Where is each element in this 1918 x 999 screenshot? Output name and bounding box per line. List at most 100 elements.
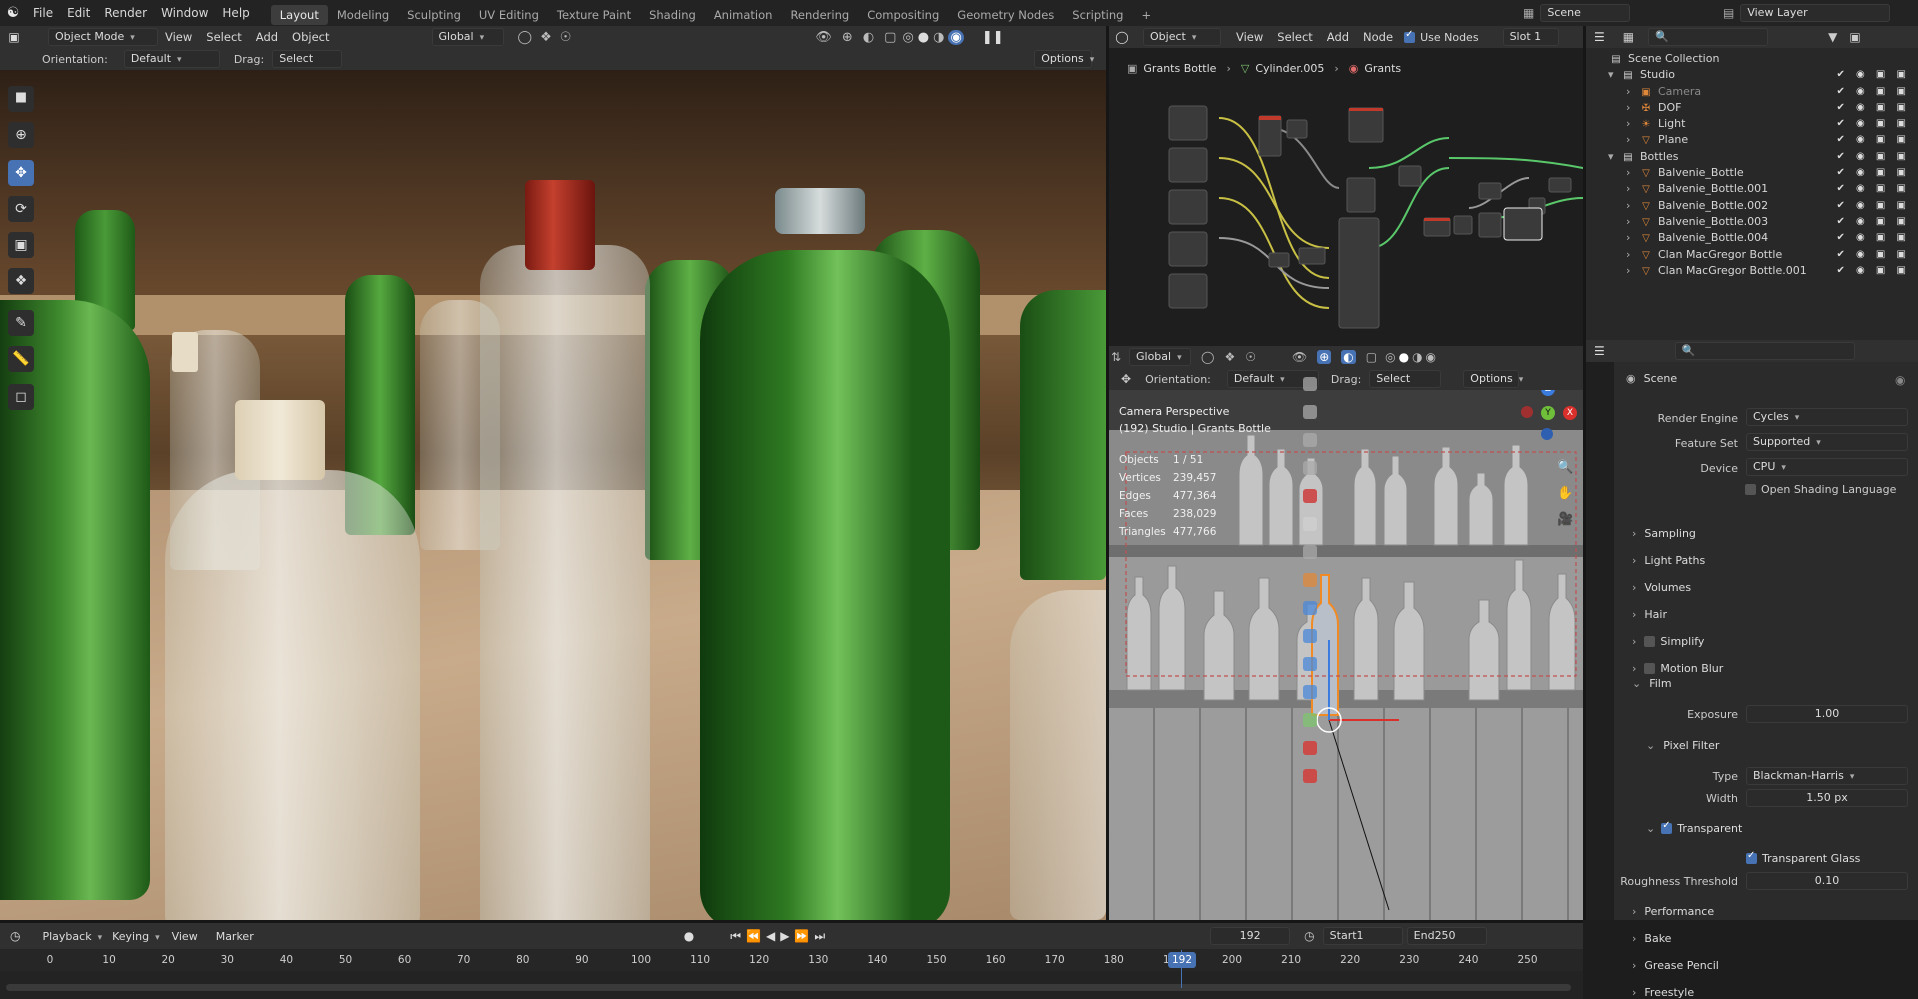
outliner-editor-icon[interactable]: ☰ <box>1594 30 1605 44</box>
viewport2-wire-icon[interactable]: ◎ <box>1385 350 1395 364</box>
select-tool-icon[interactable]: ⯀ <box>8 86 34 112</box>
visibility-toggles[interactable]: ✔ ◉ ▣ ▣ <box>1836 67 1910 83</box>
menu-edit[interactable]: Edit <box>60 0 97 26</box>
playback-menu[interactable]: Playback <box>42 930 102 943</box>
display-mode-icon[interactable]: ▦ <box>1623 30 1634 44</box>
expand-chevron-icon[interactable]: ▾ <box>1608 67 1614 83</box>
panel-motion-blur[interactable]: › Motion Blur <box>1632 658 1912 678</box>
pivot-icon[interactable]: ◯ <box>518 30 533 45</box>
pan-hand-icon[interactable]: ✋ <box>1557 486 1573 501</box>
properties-editor-icon[interactable]: ☰ <box>1594 344 1605 358</box>
outliner-item-balvenie-bottle[interactable]: › ▽ Balvenie_Bottle ✔ ◉ ▣ ▣ <box>1586 165 1918 182</box>
visibility-toggles[interactable]: ✔ ◉ ▣ ▣ <box>1836 132 1910 148</box>
timeline-view-menu[interactable]: View <box>172 930 198 943</box>
panel-checkbox[interactable] <box>1644 635 1656 647</box>
zoom-icon[interactable]: 🔍 <box>1557 460 1573 475</box>
node-editor-canvas[interactable]: ▣ Grants Bottle › ▽ Cylinder.005 › ◉ Gra… <box>1109 48 1583 348</box>
cursor-tool-icon[interactable]: ⊕ <box>8 122 34 148</box>
rendered-viewport[interactable] <box>0 70 1106 922</box>
render-engine-dropdown[interactable]: Cycles <box>1746 408 1908 426</box>
select-menu[interactable]: Select <box>199 30 248 44</box>
viewport2-gizmo-icon[interactable]: ⊕ <box>1317 350 1332 364</box>
workspace-tab-animation[interactable]: Animation <box>705 5 782 25</box>
panel-performance[interactable]: › Performance <box>1632 905 1912 918</box>
constraints-properties-tab-icon[interactable] <box>1303 685 1317 699</box>
expand-chevron-icon[interactable]: › <box>1626 198 1630 214</box>
osl-checkbox[interactable] <box>1745 484 1756 495</box>
workspace-tab-shading[interactable]: Shading <box>640 5 705 25</box>
node-editor-type-icon[interactable]: ◯ <box>1109 30 1135 44</box>
workspace-tab-compositing[interactable]: Compositing <box>858 5 948 25</box>
new-collection-icon[interactable]: ▣ <box>1849 30 1860 44</box>
device-dropdown[interactable]: CPU <box>1746 458 1908 476</box>
timeline-editor-icon[interactable]: ◷ <box>10 929 20 943</box>
gizmo-z-axis[interactable]: Z <box>1541 390 1555 396</box>
slot-dropdown[interactable]: Slot 1 <box>1502 28 1559 46</box>
viewport2-rendered-icon[interactable]: ◉ <box>1426 350 1436 364</box>
viewport2-solid-icon[interactable]: ● <box>1399 350 1409 364</box>
world-properties-tab-icon[interactable] <box>1303 517 1317 531</box>
expand-chevron-icon[interactable]: › <box>1626 247 1630 263</box>
panel-sampling[interactable]: › Sampling <box>1632 523 1912 543</box>
marker-menu[interactable]: Marker <box>216 930 254 943</box>
viewport2-pivot-icon[interactable]: ◯ <box>1201 350 1214 364</box>
node-menu[interactable]: Node <box>1356 30 1400 44</box>
roughness-threshold-field[interactable]: 0.10 <box>1746 872 1908 890</box>
expand-chevron-icon[interactable]: › <box>1626 165 1630 181</box>
outliner-item-studio[interactable]: ▾ ▤ Studio ✔ ◉ ▣ ▣ <box>1586 67 1918 84</box>
blender-logo-icon[interactable]: ☯ <box>0 5 26 21</box>
transform-orientation-dropdown[interactable]: Global <box>431 28 504 46</box>
clock-icon[interactable]: ◷ <box>1304 929 1314 943</box>
gizmo-x-axis[interactable]: X <box>1563 406 1577 420</box>
expand-chevron-icon[interactable]: › <box>1626 116 1630 132</box>
viewport2-overlay-icon[interactable]: ◐ <box>1341 350 1356 364</box>
outliner-item-light[interactable]: › ☀ Light ✔ ◉ ▣ ▣ <box>1586 116 1918 132</box>
expand-chevron-icon[interactable]: › <box>1626 230 1630 246</box>
outliner-search[interactable]: 🔍 <box>1648 28 1769 46</box>
scale-tool-icon[interactable]: ▣ <box>8 232 34 258</box>
measure-tool-icon[interactable]: 📏 <box>8 346 34 372</box>
panel-grease-pencil[interactable]: › Grease Pencil <box>1632 959 1912 972</box>
mode-dropdown[interactable]: Object Mode <box>48 28 158 46</box>
node-type-dropdown[interactable]: Object <box>1143 28 1221 46</box>
options-dropdown[interactable]: Options <box>1034 50 1093 68</box>
expand-chevron-icon[interactable]: › <box>1626 181 1630 197</box>
outliner-item-clan-macgregor-bottle-001[interactable]: › ▽ Clan MacGregor Bottle.001 ✔ ◉ ▣ ▣ <box>1586 262 1918 280</box>
xray-icon[interactable]: ▢ <box>884 30 896 45</box>
pixel-filter-subpanel[interactable]: ⌄ Pixel Filter <box>1646 739 1719 752</box>
collection-properties-tab-icon[interactable] <box>1303 545 1317 559</box>
node-view-menu[interactable]: View <box>1229 30 1270 44</box>
expand-chevron-icon[interactable]: › <box>1626 100 1630 116</box>
tool-properties-tab-icon[interactable] <box>1303 377 1317 391</box>
playback-controls[interactable]: ⏮⏪◀▶⏩⏭ <box>730 929 830 944</box>
film-panel-header[interactable]: ⌄ Film <box>1632 677 1672 690</box>
filter-icon[interactable]: ▼ <box>1828 30 1837 44</box>
pin-icon[interactable]: ◉ <box>1895 373 1905 387</box>
modifiers-properties-tab-icon[interactable] <box>1303 601 1317 615</box>
workspace-tab-rendering[interactable]: Rendering <box>781 5 858 25</box>
camera-viewport[interactable]: Camera Perspective (192) Studio | Grants… <box>1109 390 1583 920</box>
expand-chevron-icon[interactable]: › <box>1626 214 1630 230</box>
wireframe-shading-icon[interactable]: ◎ <box>902 30 913 45</box>
visibility-toggles[interactable]: ✔ ◉ ▣ ▣ <box>1836 165 1910 181</box>
pause-render-icon[interactable]: ❚❚ <box>982 30 1004 45</box>
navigation-gizmo[interactable]: Z Y X <box>1519 390 1579 452</box>
view-layer-selector[interactable]: ▤ View Layer <box>1723 4 1891 22</box>
viewport2-snap-icon[interactable]: ❖ <box>1224 350 1235 364</box>
current-frame-field[interactable]: 192 <box>1210 927 1291 945</box>
visibility-toggles[interactable]: ✔ ◉ ▣ ▣ <box>1836 84 1910 100</box>
visibility-toggles[interactable]: ✔ ◉ ▣ ▣ <box>1836 100 1910 116</box>
view-layer-field[interactable]: View Layer <box>1740 4 1891 22</box>
physics-properties-tab-icon[interactable] <box>1303 657 1317 671</box>
exposure-field[interactable]: 1.00 <box>1746 705 1908 723</box>
visibility-toggles[interactable]: ✔ ◉ ▣ ▣ <box>1836 230 1910 246</box>
transform-tool-icon[interactable]: ❖ <box>8 268 34 294</box>
menu-help[interactable]: Help <box>215 0 256 26</box>
outliner-item-dof[interactable]: › ✠ DOF ✔ ◉ ▣ ▣ <box>1586 99 1918 117</box>
outliner-item-camera[interactable]: › ▣ Camera ✔ ◉ ▣ ▣ <box>1586 84 1918 100</box>
visibility-toggles[interactable]: ✔ ◉ ▣ ▣ <box>1836 181 1910 197</box>
proportional-edit-icon[interactable]: ☉ <box>560 30 572 45</box>
outliner-item-balvenie-bottle-002[interactable]: › ▽ Balvenie_Bottle.002 ✔ ◉ ▣ ▣ <box>1586 197 1918 214</box>
visibility-toggles[interactable]: ✔ ◉ ▣ ▣ <box>1836 198 1910 214</box>
feature-set-dropdown[interactable]: Supported <box>1746 433 1908 451</box>
